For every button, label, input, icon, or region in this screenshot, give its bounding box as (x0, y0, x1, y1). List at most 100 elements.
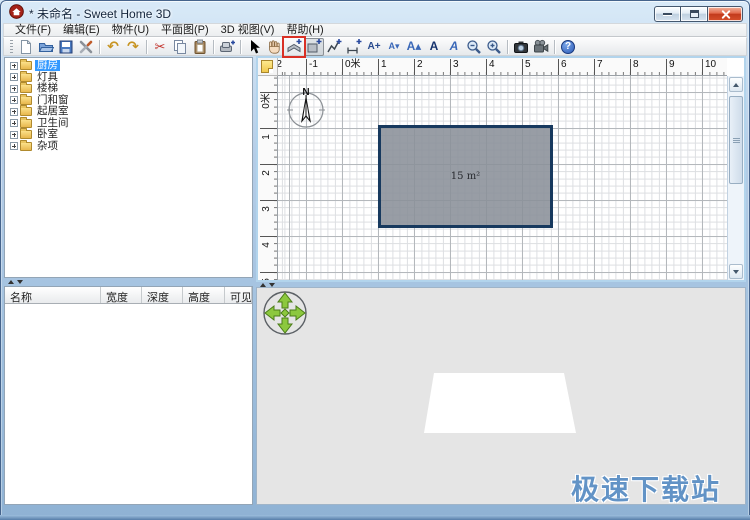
add-text-button[interactable]: A+ (364, 38, 384, 56)
folder-icon (20, 107, 32, 116)
toolbar-separator (507, 40, 508, 54)
catalog-category-row[interactable]: 楼梯 (7, 83, 252, 95)
catalog-category-row[interactable]: 起居室 (7, 106, 252, 118)
preferences-button[interactable] (76, 38, 96, 56)
splitter-collapse-up-icon[interactable] (8, 280, 14, 284)
new-file-button[interactable] (16, 38, 36, 56)
expand-plus-icon[interactable] (10, 119, 18, 127)
pan-tool-button[interactable] (264, 38, 284, 56)
redo-icon: ↷ (127, 40, 139, 53)
catalog-category-label[interactable]: 起居室 (35, 106, 71, 117)
v-ruler-label: 3 (261, 200, 273, 218)
minimize-button[interactable] (654, 6, 681, 22)
photo-button[interactable] (511, 38, 531, 56)
create-dimensions-button[interactable] (344, 38, 364, 56)
bold-button[interactable]: A (424, 38, 444, 56)
add-furniture-button[interactable] (217, 38, 237, 56)
folder-icon (20, 61, 32, 70)
video-button[interactable] (531, 38, 551, 56)
menu-item-2[interactable]: 物件(U) (106, 24, 155, 37)
column-header-2[interactable]: 深度 (142, 287, 183, 303)
v-ruler-label: 1 (261, 128, 273, 146)
column-header-0[interactable]: 名称 (5, 287, 101, 303)
expand-plus-icon[interactable] (10, 108, 18, 116)
menu-item-1[interactable]: 编辑(E) (57, 24, 106, 37)
catalog-list-splitter[interactable] (4, 278, 253, 286)
column-header-3[interactable]: 高度 (183, 287, 225, 303)
plan-grid[interactable]: N 15 m² (278, 76, 727, 280)
increase-text-size-button[interactable]: A▴ (404, 38, 424, 56)
splitter-collapse-down-icon[interactable] (17, 280, 23, 284)
select-tool-button[interactable] (244, 38, 264, 56)
catalog-category-label[interactable]: 卧室 (35, 129, 60, 140)
toolbar-separator (213, 40, 214, 54)
catalog-category-label[interactable]: 杂项 (35, 141, 60, 152)
v-ruler-label: 0米 (261, 92, 273, 110)
h-ruler-label: 2 (414, 59, 423, 75)
create-polylines-button[interactable] (324, 38, 344, 56)
menu-item-0[interactable]: 文件(F) (9, 24, 57, 37)
menu-item-3[interactable]: 平面图(P) (155, 24, 215, 37)
tutorial-highlight-box (282, 36, 306, 58)
create-walls-button[interactable] (284, 38, 304, 56)
create-rooms-button[interactable] (304, 38, 324, 56)
increase-text-size-icon: A▴ (407, 40, 422, 53)
open-button[interactable] (36, 38, 56, 56)
plan-vertical-scrollbar[interactable] (727, 76, 744, 280)
undo-button[interactable]: ↶ (103, 38, 123, 56)
catalog-category-label[interactable]: 楼梯 (35, 83, 60, 94)
compass-icon[interactable]: N (283, 85, 329, 131)
plan-view-panel[interactable]: -2-10米12345678910 0米12345 N 15 m² (256, 56, 746, 282)
create-dimensions-icon (346, 39, 362, 55)
expand-plus-icon[interactable] (10, 85, 18, 93)
zoom-in-button[interactable] (484, 38, 504, 56)
italic-button[interactable]: A (444, 38, 464, 56)
furniture-list-panel: 名称宽度深度高度可见 (4, 286, 253, 505)
help-button[interactable]: ? (558, 38, 578, 56)
window-title: * 未命名 - Sweet Home 3D (29, 5, 171, 22)
catalog-category-label[interactable]: 厨房 (35, 60, 60, 71)
room-shape[interactable]: 15 m² (378, 125, 553, 228)
scroll-down-button[interactable] (729, 264, 743, 279)
h-ruler-label: 0米 (342, 59, 361, 75)
app-window: * 未命名 - Sweet Home 3D 文件(F)编辑(E)物件(U)平面图… (0, 0, 750, 520)
maximize-button[interactable] (681, 6, 708, 22)
zoom-out-button[interactable] (464, 38, 484, 56)
toolbar-grip[interactable] (10, 40, 13, 53)
folder-icon (20, 84, 32, 93)
title-bar[interactable]: * 未命名 - Sweet Home 3D (0, 0, 750, 23)
catalog-tree: 厨房灯具楼梯门和窗起居室卫生间卧室杂项 (5, 58, 252, 152)
redo-button[interactable]: ↷ (123, 38, 143, 56)
column-header-1[interactable]: 宽度 (101, 287, 142, 303)
toolbar-separator (99, 40, 100, 54)
close-button[interactable] (708, 6, 743, 22)
expand-plus-icon[interactable] (10, 96, 18, 104)
plan-vertical-ruler: 0米12345 (258, 76, 278, 280)
catalog-category-row[interactable]: 卧室 (7, 129, 252, 141)
furniture-list-body[interactable] (5, 304, 252, 505)
menu-bar: 文件(F)编辑(E)物件(U)平面图(P)3D 视图(V)帮助(H) (3, 23, 747, 37)
toolbar-separator (554, 40, 555, 54)
copy-button[interactable] (170, 38, 190, 56)
scrollbar-thumb[interactable] (729, 96, 743, 184)
catalog-category-row[interactable]: 杂项 (7, 141, 252, 153)
toolbar-separator (146, 40, 147, 54)
copy-icon (172, 39, 188, 55)
decrease-text-size-button[interactable]: A▾ (384, 38, 404, 56)
catalog-category-row[interactable]: 厨房 (7, 60, 252, 72)
save-button[interactable] (56, 38, 76, 56)
menu-item-4[interactable]: 3D 视图(V) (215, 24, 281, 37)
column-header-4[interactable]: 可见 (225, 287, 252, 303)
h-ruler-label: 3 (450, 59, 459, 75)
cut-button[interactable]: ✂ (150, 38, 170, 56)
paste-button[interactable] (190, 38, 210, 56)
expand-plus-icon[interactable] (10, 73, 18, 81)
maximize-icon (690, 10, 699, 18)
scroll-up-button[interactable] (729, 77, 743, 92)
3d-navigation-widget[interactable] (260, 288, 310, 338)
expand-plus-icon[interactable] (10, 142, 18, 150)
expand-plus-icon[interactable] (10, 62, 18, 70)
expand-plus-icon[interactable] (10, 131, 18, 139)
new-file-icon (18, 39, 34, 55)
h-ruler-label: 6 (558, 59, 567, 75)
